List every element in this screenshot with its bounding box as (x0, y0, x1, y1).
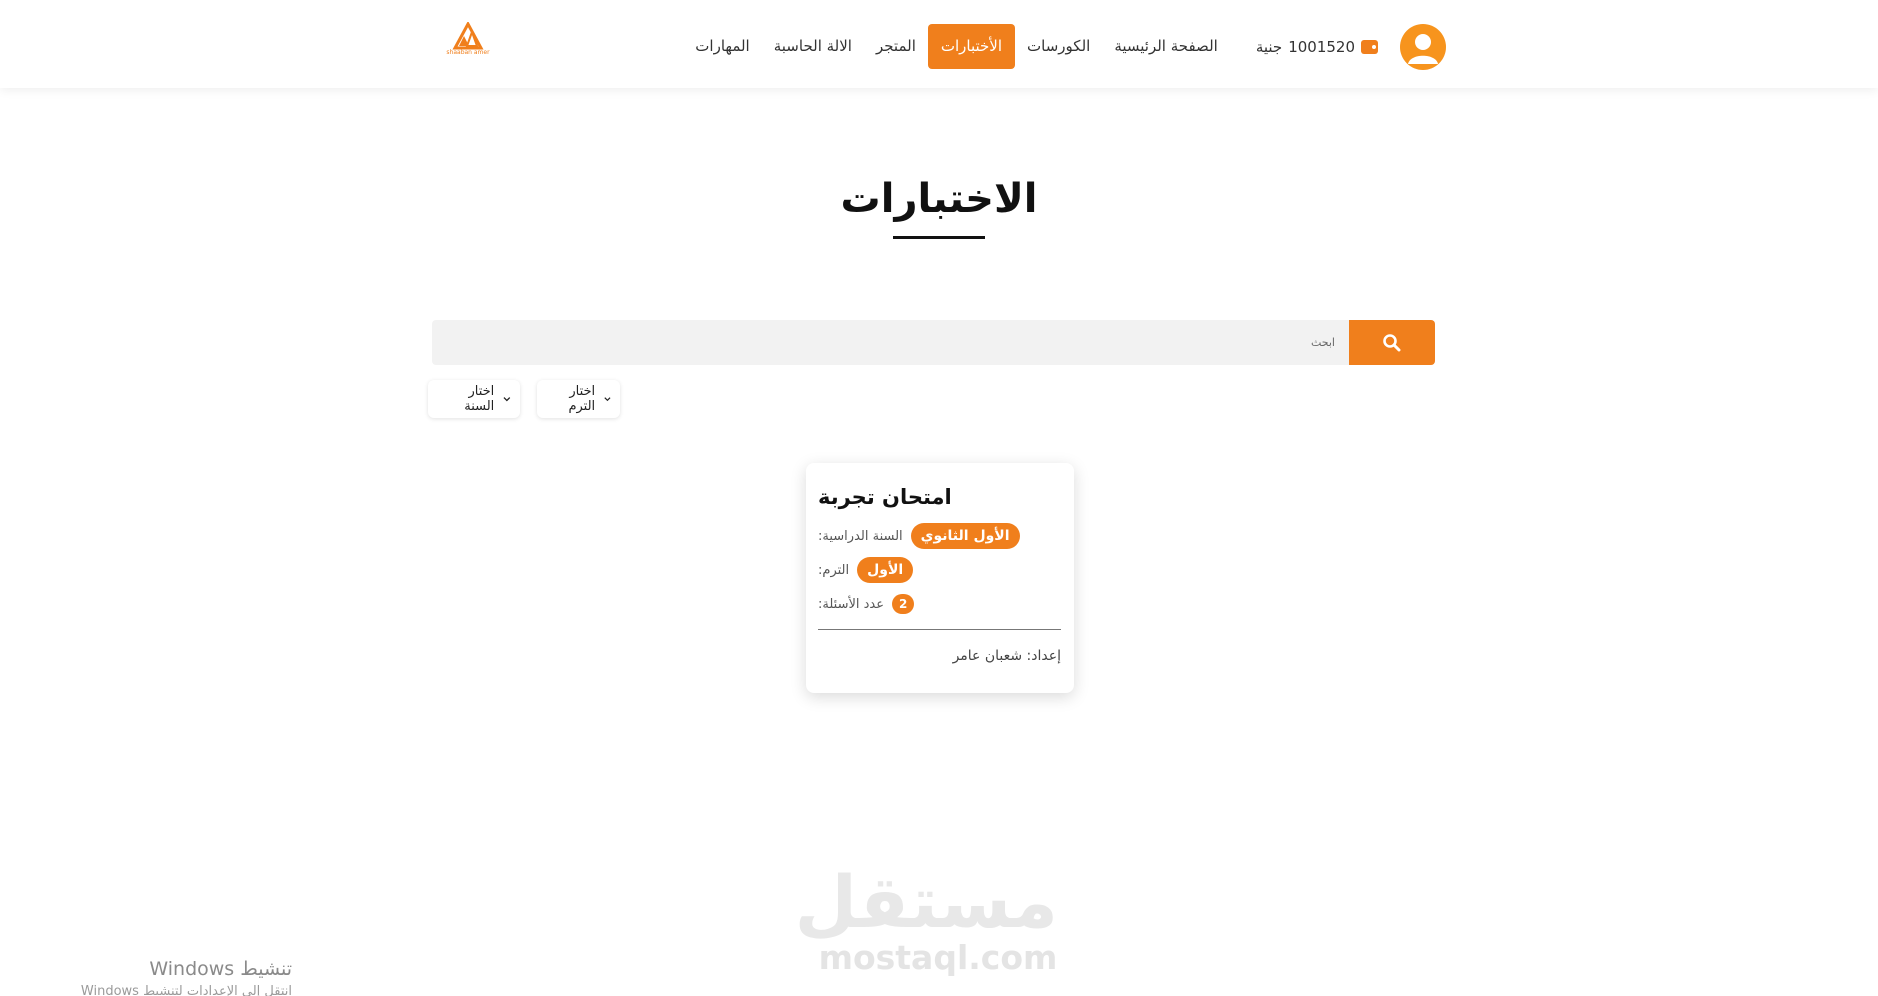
exam-questions-label: :عدد الأسئلة (818, 596, 885, 612)
user-icon (1408, 33, 1438, 64)
nav-skills[interactable]: المهارات (683, 24, 761, 69)
nav-store[interactable]: المتجر (864, 24, 928, 69)
exam-year-label: :السنة الدراسية (818, 528, 903, 544)
card-divider (818, 629, 1061, 630)
wallet-currency: جنية (1255, 37, 1283, 56)
exam-year-badge: الأول الثانوي (910, 523, 1020, 549)
nav-exams[interactable]: الأختبارات (927, 24, 1016, 69)
exam-author: إعداد: شعبان عامر (952, 648, 1061, 664)
windows-activation-title: تنشيط Windows (149, 958, 292, 980)
chevron-down-icon (503, 397, 511, 402)
search-bar (432, 320, 1435, 365)
term-select[interactable]: اختار الترم (537, 380, 620, 418)
watermark-arabic: مستقل (794, 860, 1058, 944)
exam-term-badge: الأول (857, 557, 914, 583)
wallet-balance[interactable]: 1001520 جنية (1256, 38, 1378, 56)
exam-questions-row: :عدد الأسئلة 2 (818, 594, 915, 614)
term-select-label: اختار الترم (568, 384, 596, 414)
exam-term-row: :الترم الأول (818, 557, 914, 583)
user-avatar[interactable] (1400, 23, 1446, 70)
nav-links: 1001520 جنية الصفحة الرئيسية الكورسات ال… (683, 23, 1446, 70)
wallet-amount: 1001520 (1288, 37, 1355, 56)
navbar: shaaban amer 1001520 جنية الصفحة الرئيسي… (0, 0, 1878, 88)
search-button[interactable] (1349, 320, 1435, 365)
watermark-latin: mostaql.com (818, 938, 1058, 977)
exam-year-row: :السنة الدراسية الأول الثانوي (818, 523, 1020, 549)
logo-text: shaaban amer (446, 49, 490, 56)
chevron-down-icon (604, 397, 611, 402)
nav-calculator[interactable]: الالة الحاسبة (762, 24, 864, 69)
brand-logo[interactable]: shaaban amer (443, 22, 493, 60)
nav-courses[interactable]: الكورسات (1015, 24, 1102, 69)
page-title: الاختبارات (840, 176, 1038, 222)
wallet-icon (1361, 39, 1378, 54)
windows-activation-subtitle: انتقل إلى الإعدادات لتنشيط Windows (80, 984, 292, 996)
search-icon (1383, 333, 1401, 351)
exam-term-label: :الترم (818, 562, 850, 578)
title-underline (893, 236, 985, 239)
exam-questions-badge: 2 (892, 594, 915, 614)
nav-home[interactable]: الصفحة الرئيسية (1102, 24, 1230, 69)
year-select[interactable]: اختار السنة (428, 380, 520, 418)
exam-card[interactable]: امتحان تجربة :السنة الدراسية الأول الثان… (806, 463, 1074, 693)
exam-title: امتحان تجربة (818, 485, 952, 509)
search-input[interactable] (432, 320, 1349, 365)
year-select-label: اختار السنة (464, 384, 495, 414)
